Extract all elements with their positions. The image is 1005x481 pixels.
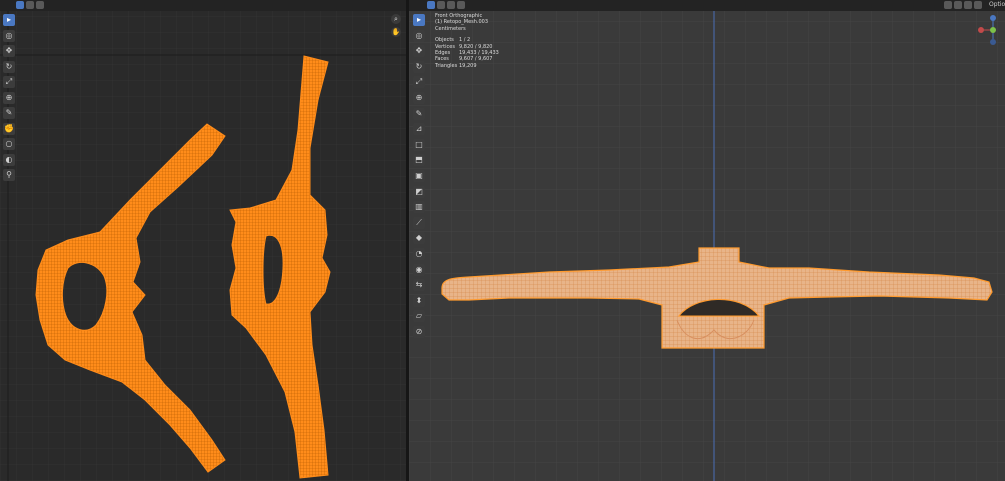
stat-row: Triangles 19,209 <box>435 62 477 69</box>
grab-tool-icon[interactable]: ✊ <box>3 122 15 135</box>
axis-x-toggle[interactable] <box>954 1 962 9</box>
extrude-tool-icon[interactable]: ⬒ <box>413 154 425 167</box>
uv-editor-header <box>0 0 406 11</box>
viewport-overlay-info: Front Orthographic (1) Retopo_Mesh.003 C… <box>435 13 499 69</box>
viewport-header: Optio <box>409 0 1005 11</box>
transform-tool-icon[interactable]: ⊕ <box>3 91 15 104</box>
uv-editor-canvas[interactable] <box>0 0 406 481</box>
mesh-select-options-icon[interactable] <box>457 1 465 9</box>
spin-tool-icon[interactable]: ◔ <box>413 248 425 260</box>
3d-viewport[interactable]: Optio Front Orthographic (1) Retopo_Mesh… <box>409 0 1005 481</box>
hand-icon[interactable]: ✋ <box>391 27 401 37</box>
select-face-mode-icon[interactable] <box>36 1 44 9</box>
gizmo-y-icon[interactable] <box>990 27 996 33</box>
smooth-tool-icon[interactable]: ◉ <box>413 263 425 276</box>
options-menu[interactable]: Optio <box>989 1 1005 9</box>
rotate-tool-icon[interactable]: ↻ <box>413 60 425 73</box>
pinch-tool-icon[interactable]: ◐ <box>3 153 15 166</box>
knife-tool-icon[interactable]: ⟋ <box>413 216 425 229</box>
scale-tool-icon[interactable]: ⤢ <box>413 76 425 89</box>
poly-build-tool-icon[interactable]: ◆ <box>413 232 425 245</box>
add-cube-tool-icon[interactable]: □ <box>413 138 425 151</box>
transform-orientation-icon[interactable] <box>944 1 952 9</box>
gizmo-z-negative-icon[interactable] <box>990 39 996 45</box>
cursor-tool-icon[interactable]: ◎ <box>3 29 15 42</box>
viewport-canvas[interactable] <box>409 0 1005 481</box>
select-tool-icon[interactable]: ▸ <box>3 14 15 26</box>
loop-cut-tool-icon[interactable]: ▥ <box>413 201 425 214</box>
pin-tool-icon[interactable]: ⚲ <box>3 169 15 181</box>
move-tool-icon[interactable]: ✥ <box>3 45 15 57</box>
transform-tool-icon[interactable]: ⊕ <box>413 92 425 104</box>
edge-slide-tool-icon[interactable]: ⇆ <box>413 279 425 292</box>
annotate-tool-icon[interactable]: ✎ <box>3 107 15 119</box>
select-edge-mode-icon[interactable] <box>26 1 34 9</box>
annotate-tool-icon[interactable]: ✎ <box>413 107 425 120</box>
relax-tool-icon[interactable]: ○ <box>3 138 15 150</box>
select-vertex-mode-icon[interactable] <box>427 1 435 9</box>
cursor-tool-icon[interactable]: ◎ <box>413 29 425 42</box>
select-edge-mode-icon[interactable] <box>437 1 445 9</box>
gizmo-z-positive-icon[interactable] <box>990 15 996 21</box>
rotate-tool-icon[interactable]: ↻ <box>3 60 15 73</box>
bevel-tool-icon[interactable]: ◩ <box>413 185 425 198</box>
scale-tool-icon[interactable]: ⤢ <box>3 76 15 88</box>
axis-z-toggle[interactable] <box>974 1 982 9</box>
rip-tool-icon[interactable]: ⊘ <box>413 326 425 338</box>
shrink-fatten-tool-icon[interactable]: ⬍ <box>413 294 425 307</box>
shear-tool-icon[interactable]: ▱ <box>413 310 425 323</box>
select-tool-icon[interactable]: ▸ <box>413 14 425 26</box>
select-face-mode-icon[interactable] <box>447 1 455 9</box>
gizmo-x-negative-icon[interactable] <box>978 27 984 33</box>
zoom-icon[interactable]: ⌕ <box>391 14 401 24</box>
select-vertex-mode-icon[interactable] <box>16 1 24 9</box>
inset-tool-icon[interactable]: ▣ <box>413 170 425 182</box>
move-tool-icon[interactable]: ✥ <box>413 45 425 58</box>
axis-y-toggle[interactable] <box>964 1 972 9</box>
measure-tool-icon[interactable]: ⊿ <box>413 123 425 136</box>
uv-editor[interactable]: ▸ ◎ ✥ ↻ ⤢ ⊕ ✎ ✊ ○ ◐ ⚲ ⌕ ✋ <box>0 0 406 481</box>
